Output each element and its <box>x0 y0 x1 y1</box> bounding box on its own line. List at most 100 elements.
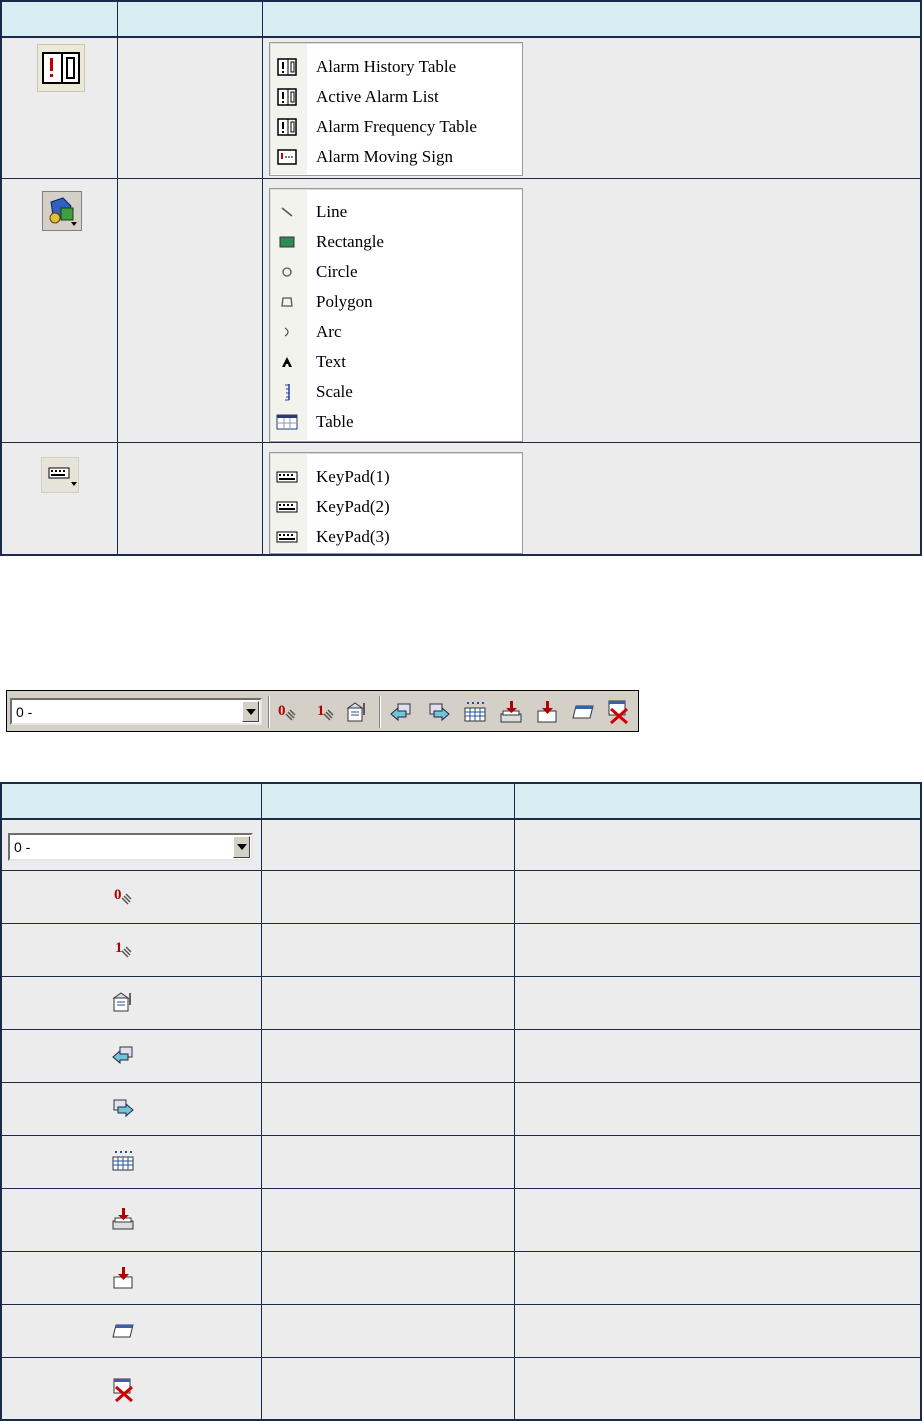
menu-item-scale[interactable]: Scale <box>276 377 353 407</box>
state-0-icon: 0 <box>109 882 137 910</box>
alarm-menu: Alarm History Table Active Alarm List Al… <box>269 42 523 176</box>
keypad-item-icon <box>276 498 298 516</box>
state-select[interactable]: 0 - <box>10 698 262 725</box>
menu-item-label: Table <box>316 412 354 431</box>
alarm-history-icon <box>276 58 298 76</box>
polygon-icon <box>276 293 298 311</box>
alarm-icon <box>37 44 85 92</box>
bring-front-icon <box>109 1205 137 1233</box>
svg-text:0: 0 <box>278 703 286 719</box>
table-header <box>2 784 920 820</box>
chevron-down-icon[interactable] <box>233 836 250 858</box>
menu-item-keypad-3[interactable]: KeyPad(3) <box>276 522 390 552</box>
drawing-menu: Line Rectangle Circle Polygon Arc Text S… <box>269 188 523 442</box>
menu-item-label: KeyPad(3) <box>316 527 390 546</box>
svg-text:1: 1 <box>317 703 325 719</box>
menu-item-alarm-moving-sign[interactable]: Alarm Moving Sign <box>276 142 453 172</box>
scale-icon <box>276 383 298 401</box>
state-0-icon[interactable]: 0 <box>275 700 299 724</box>
state-select-value: 0 - <box>14 839 31 855</box>
toolbar-reference-table: 0 - 0 1 <box>0 782 922 1421</box>
menu-item-label: Scale <box>316 382 353 401</box>
active-alarm-icon <box>276 88 298 106</box>
svg-text:0: 0 <box>114 887 122 903</box>
delete-icon <box>109 1376 137 1404</box>
column-divider <box>261 784 262 1419</box>
row-divider <box>2 1082 920 1083</box>
move-back-icon <box>109 1041 137 1069</box>
delete-icon[interactable] <box>605 700 629 725</box>
menu-item-arc[interactable]: Arc <box>276 317 341 347</box>
row-divider <box>2 976 920 977</box>
keypad-icon <box>41 457 79 493</box>
table-header <box>2 2 920 38</box>
menu-reference-table: Alarm History Table Active Alarm List Al… <box>0 0 922 556</box>
properties-icon <box>109 988 137 1016</box>
column-divider <box>514 784 515 1419</box>
keypad-menu: KeyPad(1) KeyPad(2) KeyPad(3) <box>269 452 523 554</box>
menu-item-text[interactable]: Text <box>276 347 346 377</box>
menu-item-label: KeyPad(2) <box>316 497 390 516</box>
menu-item-label: KeyPad(1) <box>316 467 390 486</box>
menu-item-label: Alarm Frequency Table <box>316 117 477 136</box>
row-divider <box>2 923 920 924</box>
toolbar-separator <box>268 696 270 728</box>
send-back-icon[interactable] <box>535 700 559 724</box>
align-grid-icon[interactable] <box>463 700 487 724</box>
properties-icon[interactable] <box>345 700 369 724</box>
menu-item-label: Line <box>316 202 348 221</box>
menu-item-label: Circle <box>316 262 358 281</box>
column-divider <box>117 2 118 554</box>
menu-item-alarm-history-table[interactable]: Alarm History Table <box>276 52 456 82</box>
svg-text:1: 1 <box>115 940 123 956</box>
menu-item-circle[interactable]: Circle <box>276 257 358 287</box>
keypad-item-icon <box>276 528 298 546</box>
menu-item-keypad-2[interactable]: KeyPad(2) <box>276 492 390 522</box>
arc-icon <box>276 323 298 341</box>
menu-item-polygon[interactable]: Polygon <box>276 287 373 317</box>
row-divider <box>2 1304 920 1305</box>
row-divider <box>2 1357 920 1358</box>
row-divider <box>2 1188 920 1189</box>
alarm-frequency-icon <box>276 118 298 136</box>
state-1-icon: 1 <box>109 935 137 963</box>
row-divider <box>2 1251 920 1252</box>
row-divider <box>2 870 920 871</box>
text-icon <box>276 353 298 371</box>
bring-front-icon[interactable] <box>499 700 523 724</box>
window-icon <box>109 1317 137 1345</box>
align-grid-icon <box>109 1147 137 1175</box>
menu-item-label: Polygon <box>316 292 373 311</box>
alarm-moving-sign-icon <box>276 148 298 166</box>
window-icon[interactable] <box>571 700 595 724</box>
menu-item-table[interactable]: Table <box>276 407 354 437</box>
rectangle-icon <box>276 233 298 251</box>
menu-item-line[interactable]: Line <box>276 197 347 227</box>
toolbar-separator <box>379 696 381 728</box>
menu-item-label: Arc <box>316 322 342 341</box>
row-divider <box>2 1029 920 1030</box>
move-forward-icon[interactable] <box>427 700 451 724</box>
menu-item-keypad-1[interactable]: KeyPad(1) <box>276 462 390 492</box>
row-divider <box>2 178 920 179</box>
line-icon <box>276 203 298 221</box>
state-select-value: 0 - <box>16 703 33 720</box>
state-1-icon[interactable]: 1 <box>313 700 337 724</box>
send-back-icon <box>109 1264 137 1292</box>
menu-item-label: Text <box>316 352 346 371</box>
drawing-tools-icon <box>42 191 82 231</box>
table-icon <box>276 413 298 431</box>
menu-item-active-alarm-list[interactable]: Active Alarm List <box>276 82 439 112</box>
keypad-item-icon <box>276 468 298 486</box>
move-back-icon[interactable] <box>389 700 413 724</box>
menu-item-label: Rectangle <box>316 232 384 251</box>
menu-item-alarm-frequency-table[interactable]: Alarm Frequency Table <box>276 112 477 142</box>
circle-icon <box>276 263 298 281</box>
row-divider <box>2 442 920 443</box>
menu-item-rectangle[interactable]: Rectangle <box>276 227 384 257</box>
state-select[interactable]: 0 - <box>8 833 253 861</box>
chevron-down-icon[interactable] <box>242 701 259 722</box>
menu-item-label: Alarm History Table <box>316 57 457 76</box>
column-divider <box>262 2 263 554</box>
state-toolbar: 0 - 0 1 <box>6 690 639 732</box>
